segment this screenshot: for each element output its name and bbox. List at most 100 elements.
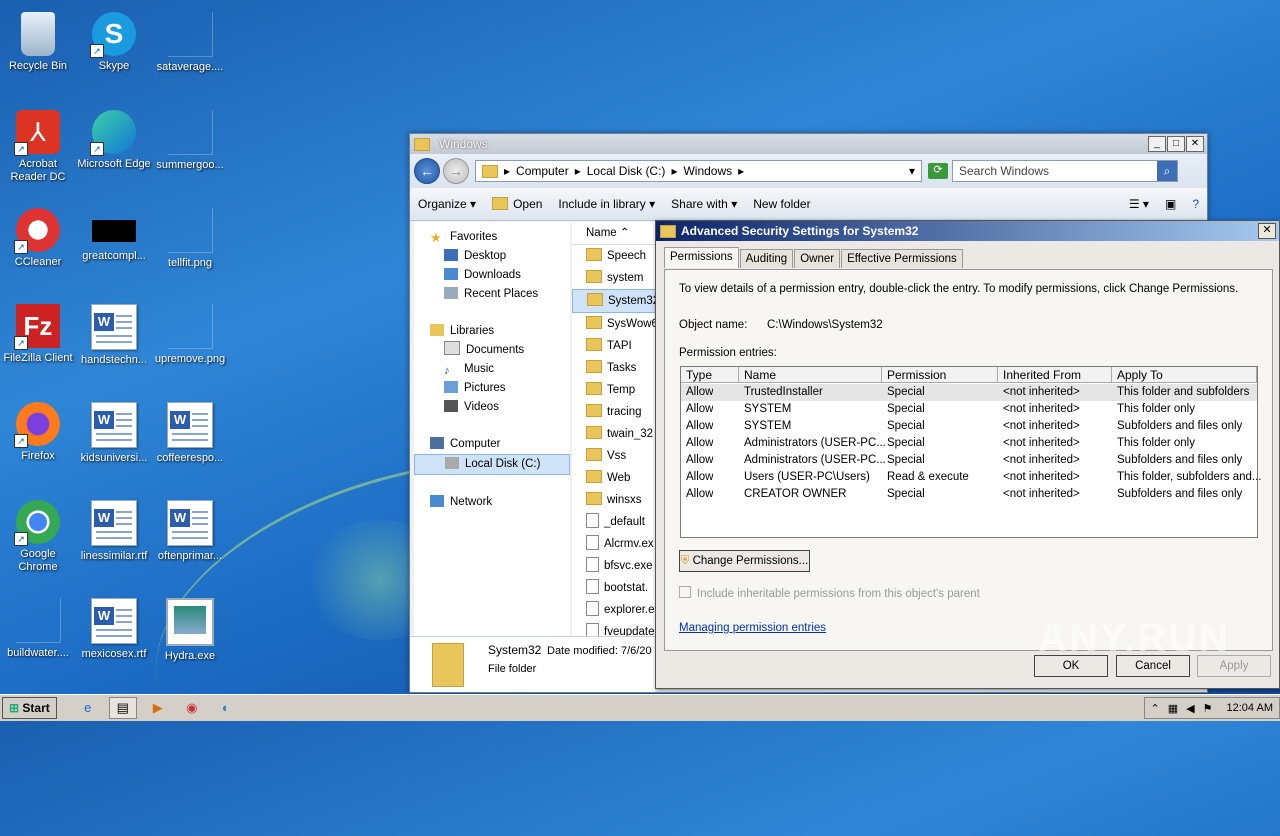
maximize-button[interactable]: □ <box>1167 136 1185 152</box>
desktop-icon-item[interactable]: Wmexicosex.rtf <box>76 592 152 676</box>
column-header-name[interactable]: Name ⌃ <box>572 222 660 245</box>
tab-effective-permissions[interactable]: Effective Permissions <box>841 249 963 268</box>
table-row[interactable]: Allow Administrators (USER-PC... Special <n… <box>681 435 1257 452</box>
volume-icon[interactable]: ◀ <box>1186 702 1194 715</box>
list-item[interactable]: Speech <box>572 245 660 267</box>
clock[interactable]: 12:04 AM <box>1227 702 1273 714</box>
open-button[interactable]: Open <box>484 197 550 211</box>
tab-owner[interactable]: Owner <box>794 249 841 268</box>
table-row[interactable]: Allow SYSTEM Special <not inherited> Subfold… <box>681 418 1257 435</box>
col-permission[interactable]: Permission <box>882 367 998 383</box>
new-folder-button[interactable]: New folder <box>745 197 818 211</box>
change-permissions-button[interactable]: ⛨ Change Permissions... <box>679 550 810 572</box>
edge-icon[interactable]: ◐ <box>213 698 239 718</box>
table-row[interactable]: Allow Administrators (USER-PC... Special <n… <box>681 452 1257 469</box>
nav-libraries[interactable]: Libraries <box>414 322 570 341</box>
nav-desktop[interactable]: Desktop <box>414 247 570 266</box>
explorer-taskbar-icon[interactable]: ▤ <box>108 697 137 719</box>
nav-documents[interactable]: Documents <box>414 341 570 360</box>
help-icon[interactable]: ? <box>1184 197 1207 211</box>
desktop-icon-item[interactable]: S ↗ Skype <box>76 6 152 90</box>
table-row[interactable]: Allow TrustedInstaller Special <not inherit… <box>681 384 1257 401</box>
list-item[interactable]: Web <box>572 467 660 489</box>
desktop-icon-item[interactable]: Wlinessimilar.rtf <box>76 494 152 578</box>
desktop-icon-item[interactable]: Woftenprimar... <box>152 494 228 578</box>
nav-computer[interactable]: Computer <box>414 435 570 454</box>
media-player-icon[interactable]: ▶ <box>145 698 171 718</box>
nav-favorites[interactable]: ★ Favorites <box>414 228 570 247</box>
desktop-icon-item[interactable]: ↗ Microsoft Edge <box>76 104 152 188</box>
nav-local-disk[interactable]: Local Disk (C:) <box>414 454 570 475</box>
tab-permissions[interactable]: Permissions <box>664 247 739 268</box>
list-item[interactable]: Temp <box>572 379 660 401</box>
dialog-titlebar[interactable]: Advanced Security Settings for System32 … <box>656 221 1279 241</box>
nav-network[interactable]: Network <box>414 493 570 512</box>
flag-icon[interactable]: ⚑ <box>1203 702 1213 715</box>
list-item[interactable]: Vss <box>572 445 660 467</box>
table-row[interactable]: Allow CREATOR OWNER Special <not inherited>… <box>681 486 1257 503</box>
view-options-icon[interactable]: ☰ ▾ <box>1121 197 1157 211</box>
include-library-button[interactable]: Include in library ▾ <box>550 197 663 211</box>
desktop-icon-item[interactable]: Hydra.exe <box>152 592 228 676</box>
breadcrumb-local-disk[interactable]: Local Disk (C:) <box>587 164 666 178</box>
chrome-icon[interactable]: ◉ <box>179 698 205 718</box>
start-button[interactable]: ⊞ Start <box>2 697 57 719</box>
list-item[interactable]: Tasks <box>572 357 660 379</box>
col-type[interactable]: Type <box>681 367 739 383</box>
list-item[interactable]: tracing <box>572 401 660 423</box>
desktop-icon-item[interactable]: ↗ Firefox <box>0 396 76 480</box>
desktop-icon-item[interactable]: Wkidsuniversi... <box>76 396 152 480</box>
desktop-icon-item[interactable]: summergoo... <box>152 104 228 188</box>
managing-permissions-link[interactable]: Managing permission entries <box>679 622 826 634</box>
col-inherited-from[interactable]: Inherited From <box>998 367 1112 383</box>
tab-auditing[interactable]: Auditing <box>739 249 794 268</box>
preview-pane-icon[interactable]: ▣ <box>1157 197 1184 211</box>
table-row[interactable]: Allow Users (USER-PC\Users) Read & execute… <box>681 469 1261 486</box>
nav-videos[interactable]: Videos <box>414 398 570 417</box>
nav-downloads[interactable]: Downloads <box>414 266 570 285</box>
search-input[interactable]: Search Windows ⌕ <box>952 160 1178 182</box>
list-item[interactable]: Alcrmv.ex <box>572 533 660 555</box>
list-item[interactable]: SysWow6 <box>572 313 660 335</box>
desktop-icon-item[interactable]: tellfit.png <box>152 202 228 286</box>
internet-explorer-icon[interactable]: e <box>75 698 101 718</box>
desktop-icon-item[interactable]: buildwater.... <box>0 592 76 676</box>
desktop-icon-item[interactable]: greatcompl... <box>76 202 152 286</box>
desktop-icon-item[interactable]: ↗ CCleaner <box>0 202 76 286</box>
nav-music[interactable]: ♪ Music <box>414 360 570 379</box>
back-arrow-icon[interactable]: ← <box>414 158 440 184</box>
col-apply-to[interactable]: Apply To <box>1112 367 1257 383</box>
network-tray-icon[interactable]: ▦ <box>1168 702 1178 715</box>
close-button[interactable]: ✕ <box>1186 136 1204 152</box>
organize-button[interactable]: Organize ▾ <box>410 197 484 211</box>
desktop-icon-item[interactable]: Recycle Bin <box>0 6 76 90</box>
desktop-icon-item[interactable]: Fz ↗ FileZilla Client <box>0 298 76 382</box>
table-row[interactable]: Allow SYSTEM Special <not inherited> This fo… <box>681 401 1257 418</box>
list-item[interactable]: System32 <box>572 289 660 313</box>
col-name[interactable]: Name <box>739 367 882 383</box>
list-item[interactable]: TAPI <box>572 335 660 357</box>
desktop-icon-item[interactable]: upremove.png <box>152 298 228 382</box>
list-item[interactable]: twain_32 <box>572 423 660 445</box>
desktop-icon-item[interactable]: Whandstechn... <box>76 298 152 382</box>
nav-pictures[interactable]: Pictures <box>414 379 570 398</box>
breadcrumb-windows[interactable]: Windows <box>683 164 732 178</box>
minimize-button[interactable]: _ <box>1148 136 1166 152</box>
tray-expand-icon[interactable]: ⌃ <box>1151 702 1160 715</box>
list-item[interactable]: bootstat. <box>572 577 660 599</box>
desktop-icon-item[interactable]: sataverage.... <box>152 6 228 90</box>
list-item[interactable]: bfsvc.exe <box>572 555 660 577</box>
list-item[interactable]: explorer.e <box>572 599 660 621</box>
nav-recent-places[interactable]: Recent Places <box>414 285 570 304</box>
desktop-icon-item[interactable]: ↗ Google Chrome <box>0 494 76 578</box>
inherit-checkbox[interactable]: Include inheritable permissions from thi… <box>679 586 980 600</box>
address-bar[interactable]: ▸ Computer ▸ Local Disk (C:) ▸ Windows ▸ ▾ <box>475 160 922 182</box>
dialog-close-button[interactable]: ✕ <box>1258 223 1276 239</box>
list-item[interactable]: fveupdate <box>572 621 660 636</box>
desktop-icon-item[interactable]: Wcoffeerespo... <box>152 396 228 480</box>
list-item[interactable]: _default <box>572 511 660 533</box>
search-icon[interactable]: ⌕ <box>1157 161 1177 181</box>
explorer-titlebar[interactable]: Windows _ □ ✕ <box>410 134 1207 154</box>
breadcrumb-computer[interactable]: Computer <box>516 164 569 178</box>
list-item[interactable]: system <box>572 267 660 289</box>
